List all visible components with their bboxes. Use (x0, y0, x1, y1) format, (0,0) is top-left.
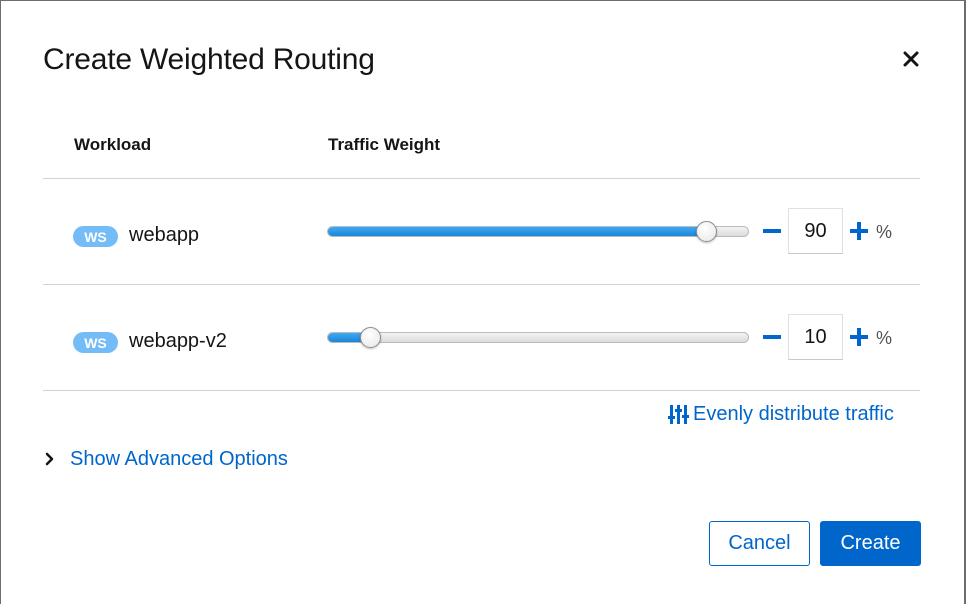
workload-badge: WS (73, 226, 118, 247)
workload-badge: WS (73, 332, 118, 353)
workload-name: webapp-v2 (129, 330, 227, 352)
weighted-routing-dialog: Create Weighted Routing Workload Traffic… (0, 0, 966, 604)
decrease-weight-button[interactable] (761, 326, 783, 348)
slider-thumb[interactable] (360, 327, 381, 348)
table-header: Workload Traffic Weight (43, 125, 920, 179)
minus-icon (763, 229, 781, 233)
show-advanced-options-label: Show Advanced Options (70, 447, 288, 470)
show-advanced-options-toggle[interactable]: Show Advanced Options (45, 446, 288, 472)
column-header-traffic-weight: Traffic Weight (328, 135, 441, 154)
table-row: WS webapp % (43, 179, 920, 285)
sliders-icon (668, 404, 689, 424)
minus-icon (763, 335, 781, 339)
percent-unit: % (876, 328, 893, 348)
plus-icon (850, 328, 868, 346)
create-button[interactable]: Create (820, 521, 921, 566)
percent-unit: % (876, 222, 893, 242)
table-row: WS webapp-v2 % (43, 285, 920, 391)
slider-thumb[interactable] (696, 221, 717, 242)
increase-weight-button[interactable] (848, 220, 870, 242)
increase-weight-button[interactable] (848, 326, 870, 348)
weight-input[interactable] (788, 314, 843, 360)
evenly-distribute-label: Evenly distribute traffic (693, 402, 894, 425)
close-button[interactable] (899, 47, 923, 71)
column-header-workload: Workload (74, 135, 152, 154)
slider-fill (328, 227, 706, 236)
evenly-distribute-button[interactable]: Evenly distribute traffic (668, 401, 894, 427)
chevron-right-icon (45, 452, 54, 466)
dialog-title: Create Weighted Routing (43, 43, 375, 76)
traffic-weight-slider[interactable] (327, 327, 749, 348)
workload-name: webapp (129, 224, 200, 246)
cancel-button[interactable]: Cancel (709, 521, 810, 566)
plus-icon (850, 222, 868, 240)
weight-input[interactable] (788, 208, 843, 254)
traffic-weight-slider[interactable] (327, 221, 749, 242)
close-icon (903, 51, 919, 67)
decrease-weight-button[interactable] (761, 220, 783, 242)
